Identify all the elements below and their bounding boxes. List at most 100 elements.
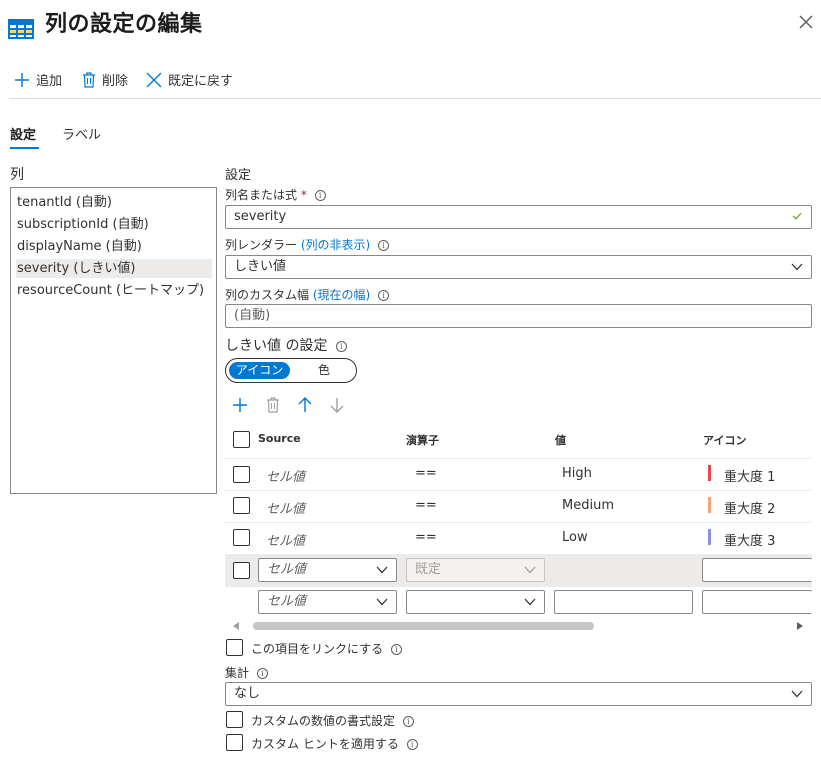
number-format-label-text: カスタムの数値の書式設定 bbox=[251, 714, 396, 728]
header-operator: 演算子 bbox=[406, 434, 439, 447]
dialog-title: 列の設定の編集 bbox=[45, 12, 203, 37]
info-icon[interactable]: i bbox=[390, 644, 402, 655]
trash-icon bbox=[83, 71, 95, 88]
default-icon-dropdown[interactable] bbox=[702, 558, 812, 582]
header-icon: アイコン bbox=[703, 434, 747, 447]
list-item[interactable]: tenantId (自動) bbox=[16, 193, 212, 212]
scrollbar-thumb[interactable] bbox=[253, 622, 594, 630]
row-value: High bbox=[562, 466, 592, 481]
add-button[interactable]: 追加 bbox=[14, 70, 62, 89]
row-icon-label: 重大度 3 bbox=[724, 534, 776, 549]
renderer-label-text: 列レンダラー bbox=[225, 238, 298, 252]
row-checkbox[interactable] bbox=[233, 529, 250, 546]
info-icon[interactable]: i bbox=[406, 739, 418, 750]
row-divider bbox=[225, 490, 812, 491]
column-name-input[interactable]: severity bbox=[225, 205, 812, 229]
header-value: 値 bbox=[555, 434, 566, 447]
toggle-color-option[interactable]: 色 bbox=[304, 362, 344, 379]
aggregate-label: 集計 i bbox=[225, 664, 268, 681]
icon-color-toggle: アイコン 色 bbox=[225, 358, 357, 383]
tab-settings[interactable]: 設定 bbox=[10, 124, 36, 143]
aggregate-value: なし bbox=[234, 686, 261, 701]
chevron-down-icon bbox=[524, 598, 536, 606]
tab-labels[interactable]: ラベル bbox=[62, 124, 101, 143]
custom-hint-label-text: カスタム ヒントを適用する bbox=[251, 737, 399, 751]
info-icon[interactable]: i bbox=[402, 716, 414, 727]
list-item[interactable]: subscriptionId (自動) bbox=[16, 215, 212, 234]
custom-hint-checkbox[interactable] bbox=[226, 734, 243, 751]
select-all-checkbox[interactable] bbox=[233, 431, 250, 448]
custom-hint-label: カスタム ヒントを適用する i bbox=[251, 735, 418, 752]
current-width-link[interactable]: (現在の幅) bbox=[313, 288, 370, 302]
scroll-left-icon[interactable] bbox=[232, 621, 240, 631]
move-up-icon[interactable] bbox=[298, 397, 312, 413]
info-icon[interactable]: i bbox=[378, 290, 390, 301]
severity-3-icon bbox=[708, 529, 711, 545]
info-icon[interactable]: i bbox=[256, 668, 268, 679]
severity-2-icon bbox=[708, 497, 711, 513]
renderer-dropdown[interactable]: しきい値 bbox=[225, 255, 812, 279]
delete-row-icon[interactable] bbox=[266, 397, 280, 413]
width-label-text: 列のカスタム幅 bbox=[225, 288, 310, 302]
row-divider bbox=[225, 458, 812, 459]
aggregate-dropdown[interactable]: なし bbox=[225, 682, 812, 706]
required-mark: * bbox=[300, 188, 307, 202]
add-button-label: 追加 bbox=[36, 74, 63, 89]
row-value: Low bbox=[562, 530, 588, 545]
row-divider bbox=[225, 522, 812, 523]
reset-x-icon bbox=[146, 72, 162, 87]
info-icon[interactable]: i bbox=[335, 341, 347, 352]
scroll-right-icon[interactable] bbox=[796, 621, 804, 631]
row-source: セル値 bbox=[266, 470, 306, 485]
reset-button-label: 既定に戻す bbox=[168, 74, 234, 89]
new-icon-dropdown[interactable] bbox=[702, 590, 812, 614]
row-checkbox[interactable] bbox=[233, 562, 250, 579]
new-value-input[interactable] bbox=[554, 590, 693, 614]
new-source-dropdown[interactable]: セル値 bbox=[258, 590, 397, 614]
row-operator: == bbox=[415, 530, 437, 545]
chevron-down-icon bbox=[376, 598, 388, 606]
row-icon-label: 重大度 2 bbox=[724, 502, 776, 517]
close-icon[interactable] bbox=[796, 12, 816, 32]
header-source: Source bbox=[258, 432, 301, 445]
row-checkbox[interactable] bbox=[233, 466, 250, 483]
toggle-icon-option[interactable]: アイコン bbox=[229, 362, 290, 379]
default-source-dropdown[interactable]: セル値 bbox=[258, 558, 397, 582]
settings-header: 設定 bbox=[225, 168, 252, 183]
threshold-header-text: しきい値 の設定 bbox=[225, 338, 328, 354]
column-name-label: 列名または式 * i bbox=[225, 186, 326, 203]
info-icon[interactable]: i bbox=[314, 190, 326, 201]
list-item[interactable]: displayName (自動) bbox=[16, 237, 212, 256]
width-placeholder: (自動) bbox=[234, 308, 271, 323]
list-item[interactable]: resourceCount (ヒートマップ) bbox=[16, 281, 212, 300]
default-source-value: セル値 bbox=[267, 562, 307, 577]
renderer-label: 列レンダラー (列の非表示) i bbox=[225, 236, 390, 253]
checkmark-icon bbox=[792, 212, 802, 220]
delete-button[interactable]: 削除 bbox=[82, 70, 128, 89]
row-source: セル値 bbox=[266, 534, 306, 549]
hide-column-link[interactable]: (列の非表示) bbox=[301, 238, 370, 252]
make-link-checkbox[interactable] bbox=[226, 639, 243, 656]
new-source-value: セル値 bbox=[267, 594, 307, 609]
reset-button[interactable]: 既定に戻す bbox=[146, 70, 233, 89]
move-down-icon[interactable] bbox=[330, 397, 344, 413]
make-link-label-text: この項目をリンクにする bbox=[251, 642, 384, 656]
chevron-down-icon bbox=[791, 263, 803, 271]
new-operator-dropdown[interactable] bbox=[406, 590, 545, 614]
number-format-checkbox[interactable] bbox=[226, 711, 243, 728]
threshold-settings-header: しきい値 の設定 i bbox=[225, 335, 347, 355]
plus-icon bbox=[15, 72, 29, 87]
toolbar-divider bbox=[9, 98, 821, 99]
list-item-selected[interactable]: severity (しきい値) bbox=[16, 259, 212, 278]
table-icon bbox=[8, 19, 34, 39]
row-checkbox[interactable] bbox=[233, 497, 250, 514]
default-operator-value: 既定 bbox=[415, 562, 442, 577]
make-link-label: この項目をリンクにする i bbox=[251, 640, 402, 657]
custom-width-input[interactable]: (自動) bbox=[225, 304, 812, 328]
info-icon[interactable]: i bbox=[378, 240, 390, 251]
add-row-icon[interactable] bbox=[232, 397, 248, 413]
renderer-value: しきい値 bbox=[234, 259, 287, 274]
aggregate-label-text: 集計 bbox=[225, 666, 250, 680]
row-operator: == bbox=[415, 498, 437, 513]
row-value: Medium bbox=[562, 498, 614, 513]
